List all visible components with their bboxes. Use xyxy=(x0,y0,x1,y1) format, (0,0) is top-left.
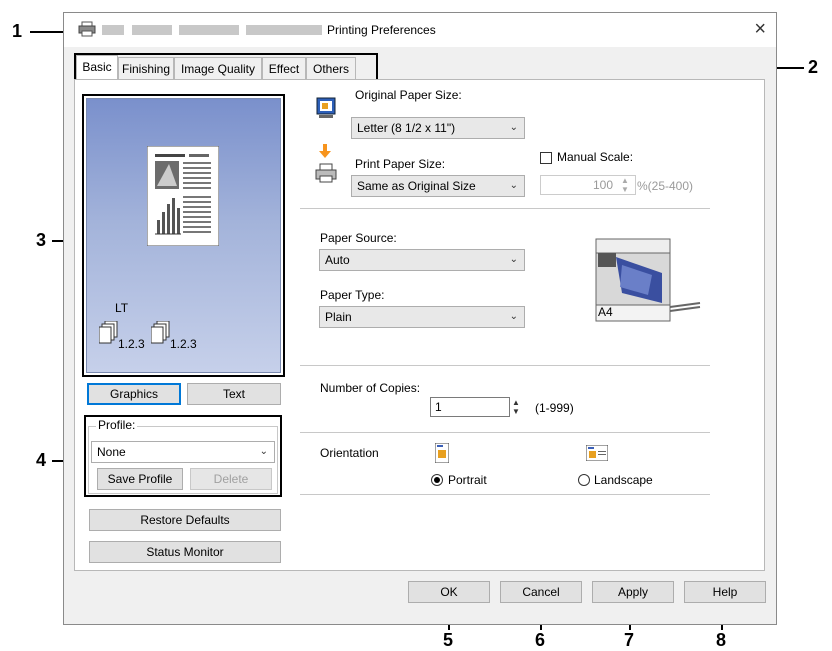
callout-8: 8 xyxy=(716,630,727,650)
printing-preferences-window: Printing Preferences × Basic Finishing I… xyxy=(63,12,777,625)
paper-source-label: Paper Source: xyxy=(320,231,397,245)
help-button[interactable]: Help xyxy=(684,581,766,603)
callout-1: 1 xyxy=(12,21,23,41)
apply-button[interactable]: Apply xyxy=(592,581,674,603)
printer-icon xyxy=(78,21,96,40)
divider-3 xyxy=(300,432,710,433)
original-paper-size-icon xyxy=(316,97,336,122)
ok-button[interactable]: OK xyxy=(408,581,490,603)
copies-range: (1-999) xyxy=(535,401,574,415)
landscape-radio[interactable] xyxy=(578,474,590,486)
text-button[interactable]: Text xyxy=(187,383,281,405)
chevron-down-icon: ⌄ xyxy=(509,254,518,265)
landscape-label: Landscape xyxy=(594,473,653,487)
divider-2 xyxy=(300,365,710,366)
chevron-down-icon: ⌄ xyxy=(509,122,518,133)
manual-scale-range: %(25-400) xyxy=(637,179,694,193)
close-icon[interactable]: × xyxy=(754,18,766,41)
cancel-button[interactable]: Cancel xyxy=(500,581,582,603)
print-paper-size-select[interactable]: Same as Original Size ⌄ xyxy=(351,175,525,197)
callout-5: 5 xyxy=(443,630,454,650)
spinner-arrows-icon: ▲ ▼ xyxy=(621,176,629,194)
callout-7: 7 xyxy=(624,630,635,650)
landscape-icon xyxy=(585,444,609,464)
preview-highlight xyxy=(82,94,285,377)
portrait-radio[interactable] xyxy=(431,474,443,486)
copies-spinner-arrows-icon[interactable]: ▲ ▼ xyxy=(512,398,520,416)
print-paper-size-label: Print Paper Size: xyxy=(355,157,446,171)
callout-6: 6 xyxy=(535,630,546,650)
graphics-button[interactable]: Graphics xyxy=(87,383,181,405)
divider-4 xyxy=(300,494,710,495)
chevron-down-icon: ⌄ xyxy=(509,311,518,322)
orientation-label: Orientation xyxy=(320,446,379,460)
original-paper-size-label: Original Paper Size: xyxy=(355,88,462,102)
copies-spinner[interactable]: 1 xyxy=(430,397,510,417)
callout-4: 4 xyxy=(36,450,47,470)
restore-defaults-button[interactable]: Restore Defaults xyxy=(89,509,281,531)
number-of-copies-label: Number of Copies: xyxy=(320,381,421,395)
title-bar: Printing Preferences × xyxy=(64,13,776,47)
manual-scale-checkbox[interactable] xyxy=(540,152,552,164)
paper-source-select[interactable]: Auto ⌄ xyxy=(319,249,525,271)
printer-name-redacted-3 xyxy=(179,25,239,35)
portrait-icon xyxy=(434,442,450,466)
paper-type-label: Paper Type: xyxy=(320,288,385,302)
callout-2: 2 xyxy=(808,57,819,77)
paper-type-select[interactable]: Plain ⌄ xyxy=(319,306,525,328)
original-paper-size-select[interactable]: Letter (8 1/2 x 11") ⌄ xyxy=(351,117,525,139)
print-paper-size-icon xyxy=(315,163,337,186)
printer-name-redacted-2 xyxy=(132,25,172,35)
window-title: Printing Preferences xyxy=(327,23,436,37)
divider-1 xyxy=(300,208,710,209)
callout-3: 3 xyxy=(36,230,47,250)
printer-name-redacted xyxy=(102,25,124,35)
tray-size-label: A4 xyxy=(598,305,613,319)
printer-name-redacted-4 xyxy=(246,25,322,35)
status-monitor-button[interactable]: Status Monitor xyxy=(89,541,281,563)
portrait-label: Portrait xyxy=(448,473,487,487)
manual-scale-label: Manual Scale: xyxy=(557,150,634,164)
profile-highlight xyxy=(84,415,282,497)
down-arrow-icon xyxy=(319,144,331,161)
chevron-down-icon: ⌄ xyxy=(509,180,518,191)
